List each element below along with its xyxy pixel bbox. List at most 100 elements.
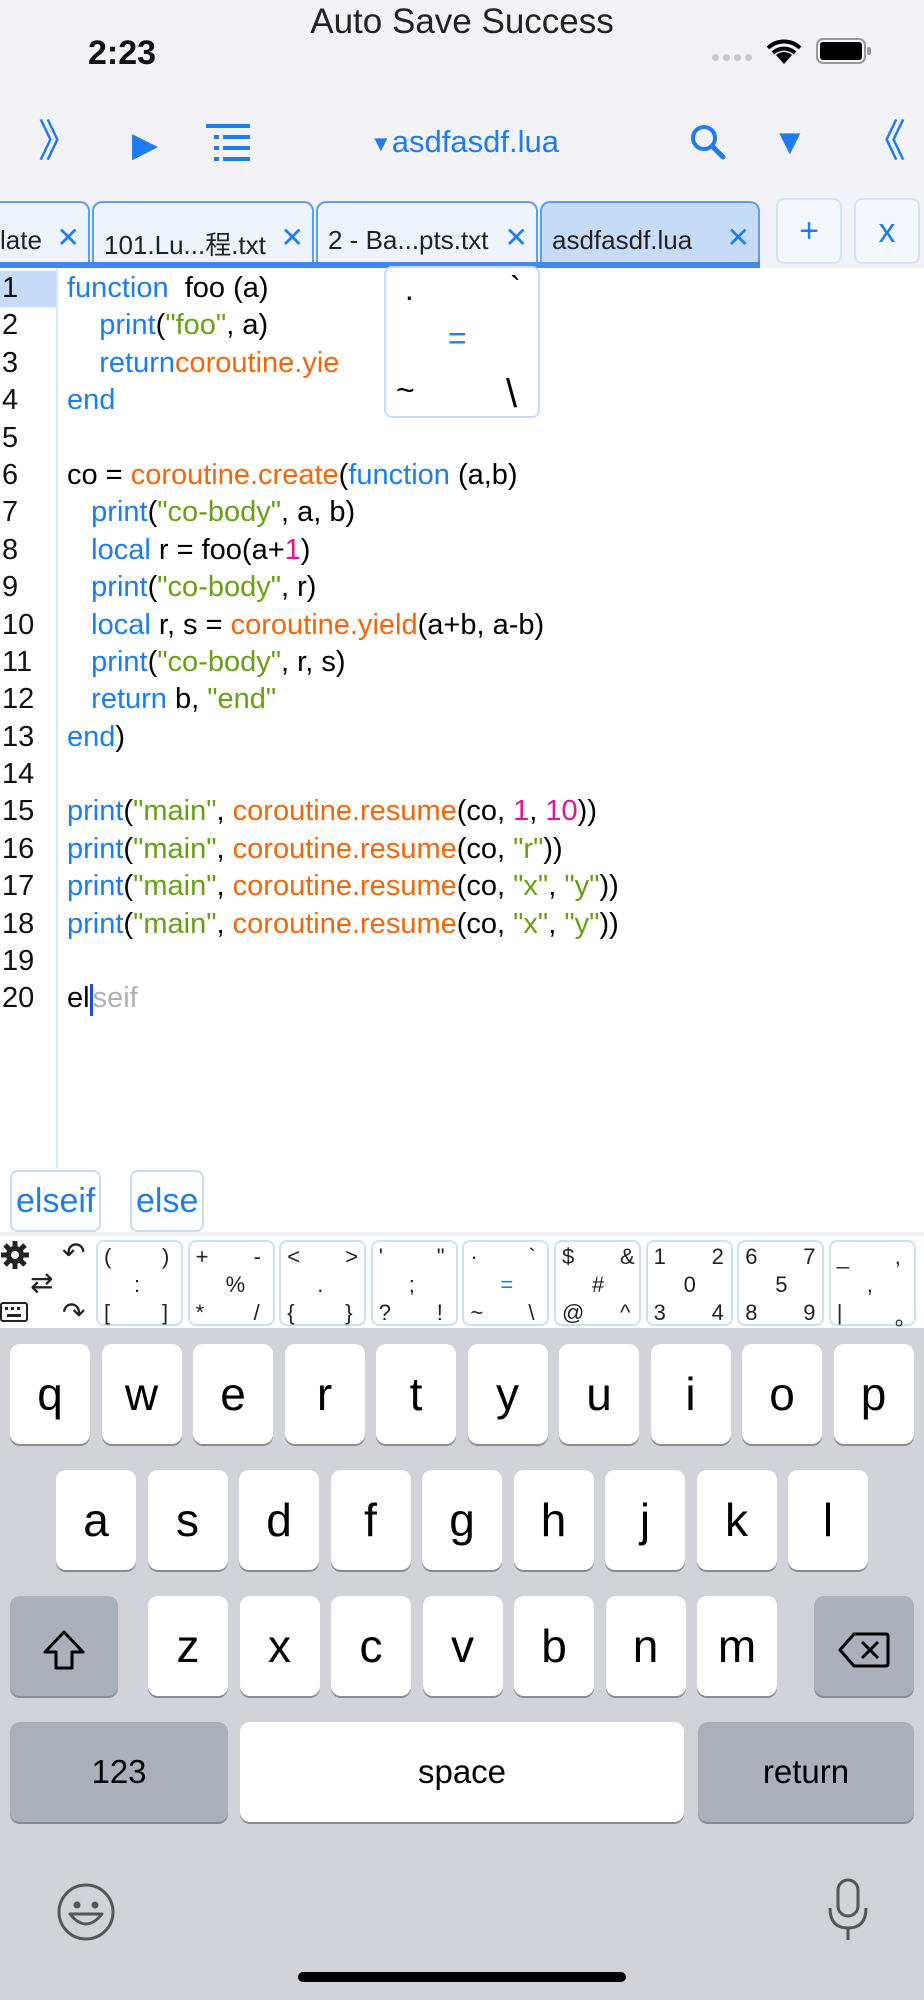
search-icon[interactable]	[690, 124, 726, 160]
key-y[interactable]: y	[467, 1344, 548, 1444]
popup-key-backtick[interactable]: `	[510, 270, 521, 307]
key-n[interactable]: n	[605, 1596, 686, 1696]
symbol-char: ^	[620, 1300, 631, 1325]
keyboard-hide-icon[interactable]	[0, 1302, 28, 1324]
key-t[interactable]: t	[376, 1344, 456, 1444]
popup-key-equals[interactable]: =	[448, 320, 467, 357]
code-line[interactable]: 14	[0, 756, 924, 793]
file-title-dropdown[interactable]: ▼asdfasdf.lua	[370, 124, 559, 160]
code-line[interactable]: 5	[0, 420, 924, 457]
key-m[interactable]: m	[697, 1596, 777, 1696]
symbol-key[interactable]: ' ";?!	[370, 1240, 458, 1326]
key-x[interactable]: x	[239, 1596, 320, 1696]
code-line[interactable]: 10 local r, s = coroutine.yield(a+b, a-b…	[0, 607, 924, 644]
code-line[interactable]: 7 print("co-body", a, b)	[0, 494, 924, 531]
key-a[interactable]: a	[56, 1470, 136, 1570]
key-d[interactable]: d	[239, 1470, 319, 1570]
code-line[interactable]: 13 end)	[0, 719, 924, 756]
tab-close-icon[interactable]: ✕	[727, 221, 750, 254]
symbol-char: .	[317, 1272, 324, 1297]
symbol-popup[interactable]: · ` = ~ \	[384, 266, 540, 418]
key-f[interactable]: f	[330, 1470, 411, 1570]
line-number: 8	[2, 533, 19, 566]
numbers-key[interactable]: 123	[10, 1722, 228, 1822]
popup-key-tilde[interactable]: ~	[396, 372, 415, 409]
symbol-key[interactable]: · ` = ~ \	[462, 1240, 550, 1326]
key-o[interactable]: o	[742, 1344, 822, 1444]
popup-key-dot[interactable]: ·	[404, 278, 415, 315]
symbol-key[interactable]: (): []	[96, 1240, 183, 1326]
key-z[interactable]: z	[148, 1596, 228, 1696]
popup-key-backslash[interactable]: \	[506, 372, 517, 417]
code-line[interactable]: 9 print("co-body", r)	[0, 569, 924, 606]
line-number: 2	[2, 309, 19, 342]
run-button[interactable]: ▶	[132, 128, 158, 162]
key-l[interactable]: l	[788, 1470, 868, 1570]
code-line[interactable]: 16 print("main", coroutine.resume(co, "r"…	[0, 831, 924, 868]
tab-lua-tutorial[interactable]: 101.Lu...程.txt ✕	[92, 201, 314, 263]
key-i[interactable]: i	[650, 1344, 731, 1444]
code-line[interactable]: 6 co = coroutine.create(function (a,b)	[0, 457, 924, 494]
key-r[interactable]: r	[284, 1344, 365, 1444]
symbol-key[interactable]: _,, |。	[828, 1240, 917, 1330]
key-s[interactable]: s	[147, 1470, 228, 1570]
symbol-key[interactable]: 1 203 4	[645, 1240, 733, 1326]
expand-left-button[interactable]: 》	[38, 120, 82, 164]
wifi-icon	[766, 39, 802, 64]
gear-icon[interactable]	[0, 1240, 30, 1270]
redo-icon[interactable]: ↷	[62, 1296, 85, 1329]
key-k[interactable]: k	[696, 1470, 777, 1570]
key-v[interactable]: v	[422, 1596, 503, 1696]
tab-asdfasdf-lua[interactable]: asdfasdf.lua ✕	[540, 201, 760, 263]
key-b[interactable]: b	[514, 1596, 594, 1696]
space-key[interactable]: space	[240, 1722, 684, 1822]
symbol-key[interactable]: $ & # @ ^	[554, 1240, 641, 1326]
switch-icon[interactable]: ⇄	[30, 1266, 53, 1299]
close-tab-button[interactable]: x	[854, 198, 920, 264]
line-number: 1	[2, 272, 19, 304]
backspace-key[interactable]	[814, 1596, 914, 1696]
symbol-char: 6	[745, 1244, 758, 1269]
code-line[interactable]: 18 print("main", coroutine.resume(co, "x"…	[0, 906, 924, 943]
tab-close-icon[interactable]: ✕	[505, 221, 528, 254]
symbol-key[interactable]: < >. {}	[279, 1240, 367, 1326]
tab-close-icon[interactable]: ✕	[57, 221, 80, 254]
suggestion-elseif[interactable]: elseif	[10, 1170, 102, 1232]
return-key[interactable]: return	[698, 1722, 914, 1822]
list-icon[interactable]	[206, 122, 252, 166]
code-token: ))	[599, 870, 619, 903]
shift-key[interactable]	[10, 1596, 118, 1696]
code-line[interactable]: 12 return b, "end"	[0, 681, 924, 718]
code-line[interactable]: 8 local r = foo(a+1)	[0, 532, 924, 569]
key-c[interactable]: c	[331, 1596, 411, 1696]
code-line[interactable]: 17 print("main", coroutine.resume(co, "x"…	[0, 868, 924, 905]
code-line[interactable]: 19	[0, 943, 924, 980]
key-w[interactable]: w	[101, 1344, 182, 1444]
line-code: print("co-body", r)	[67, 569, 316, 606]
code-line[interactable]: 11 print("co-body", r, s)	[0, 644, 924, 681]
filter-dropdown-button[interactable]: ▼	[772, 124, 808, 160]
symbol-key[interactable]: 6 758 9	[737, 1240, 825, 1326]
line-number: 18	[2, 907, 35, 940]
key-g[interactable]: g	[422, 1470, 502, 1570]
symbol-key[interactable]: + -% * /	[187, 1240, 275, 1326]
line-number: 12	[2, 683, 35, 716]
key-p[interactable]: p	[833, 1344, 914, 1444]
add-tab-button[interactable]: +	[776, 198, 842, 264]
symbol-char: $	[562, 1244, 575, 1269]
collapse-right-button[interactable]: 《	[862, 120, 906, 164]
undo-icon[interactable]: ↶	[62, 1236, 85, 1269]
suggestion-else[interactable]: else	[130, 1170, 205, 1232]
key-u[interactable]: u	[559, 1344, 639, 1444]
code-line[interactable]: 20 el seif	[0, 980, 924, 1017]
key-h[interactable]: h	[513, 1470, 594, 1570]
key-j[interactable]: j	[605, 1470, 685, 1570]
tab-close-icon[interactable]: ✕	[281, 221, 304, 254]
code-line[interactable]: 15 print("main", coroutine.resume(co, 1, …	[0, 793, 924, 830]
tab-basic-scripts[interactable]: 2 - Ba...pts.txt ✕	[316, 201, 538, 263]
key-q[interactable]: q	[10, 1344, 90, 1444]
microphone-icon[interactable]	[826, 1878, 870, 1944]
emoji-icon[interactable]	[56, 1882, 116, 1942]
tab-template[interactable]: late ✕	[0, 201, 90, 263]
key-e[interactable]: e	[193, 1344, 273, 1444]
